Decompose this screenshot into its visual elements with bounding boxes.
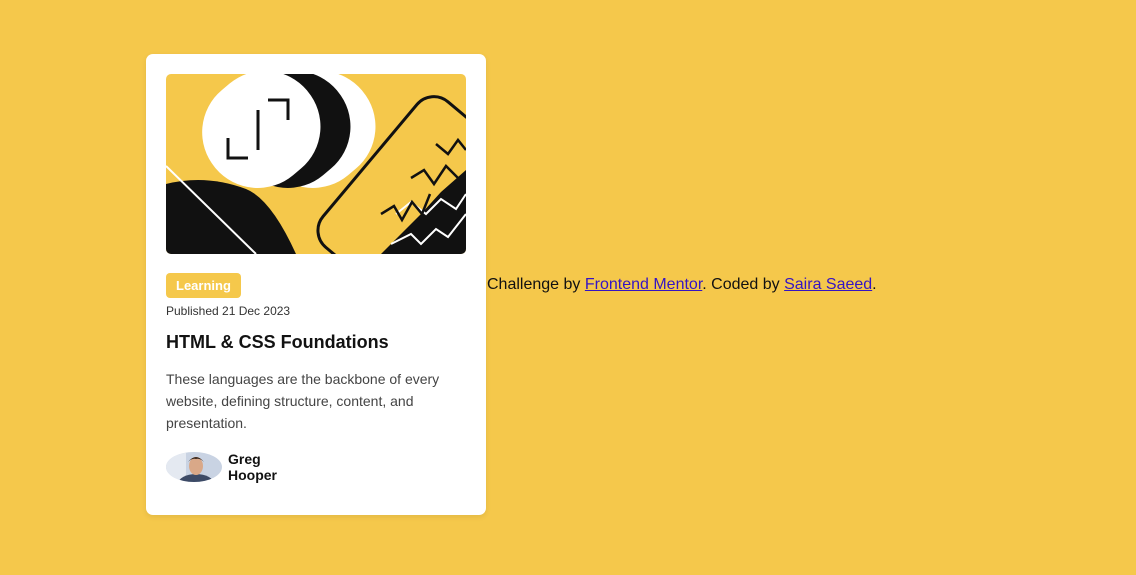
attribution: Challenge by Frontend Mentor. Coded by S… xyxy=(487,276,877,294)
card-title[interactable]: HTML & CSS Foundations xyxy=(166,332,389,353)
card-description: These languages are the backbone of ever… xyxy=(166,371,440,431)
author-block: Greg Hooper xyxy=(166,451,288,483)
publish-date: Published 21 Dec 2023 xyxy=(166,304,291,318)
attribution-suffix: . xyxy=(872,276,877,293)
frontend-mentor-link[interactable]: Frontend Mentor xyxy=(585,276,702,293)
card-hero-illustration xyxy=(166,74,466,254)
author-link[interactable]: Saira Saeed xyxy=(784,276,872,293)
attribution-middle: . Coded by xyxy=(702,276,780,293)
avatar xyxy=(166,452,222,482)
author-name: Greg Hooper xyxy=(228,451,277,483)
attribution-prefix: Challenge by xyxy=(487,276,581,293)
blog-preview-card: Learning Published 21 Dec 2023 HTML & CS… xyxy=(146,54,486,515)
category-badge[interactable]: Learning xyxy=(166,273,241,298)
